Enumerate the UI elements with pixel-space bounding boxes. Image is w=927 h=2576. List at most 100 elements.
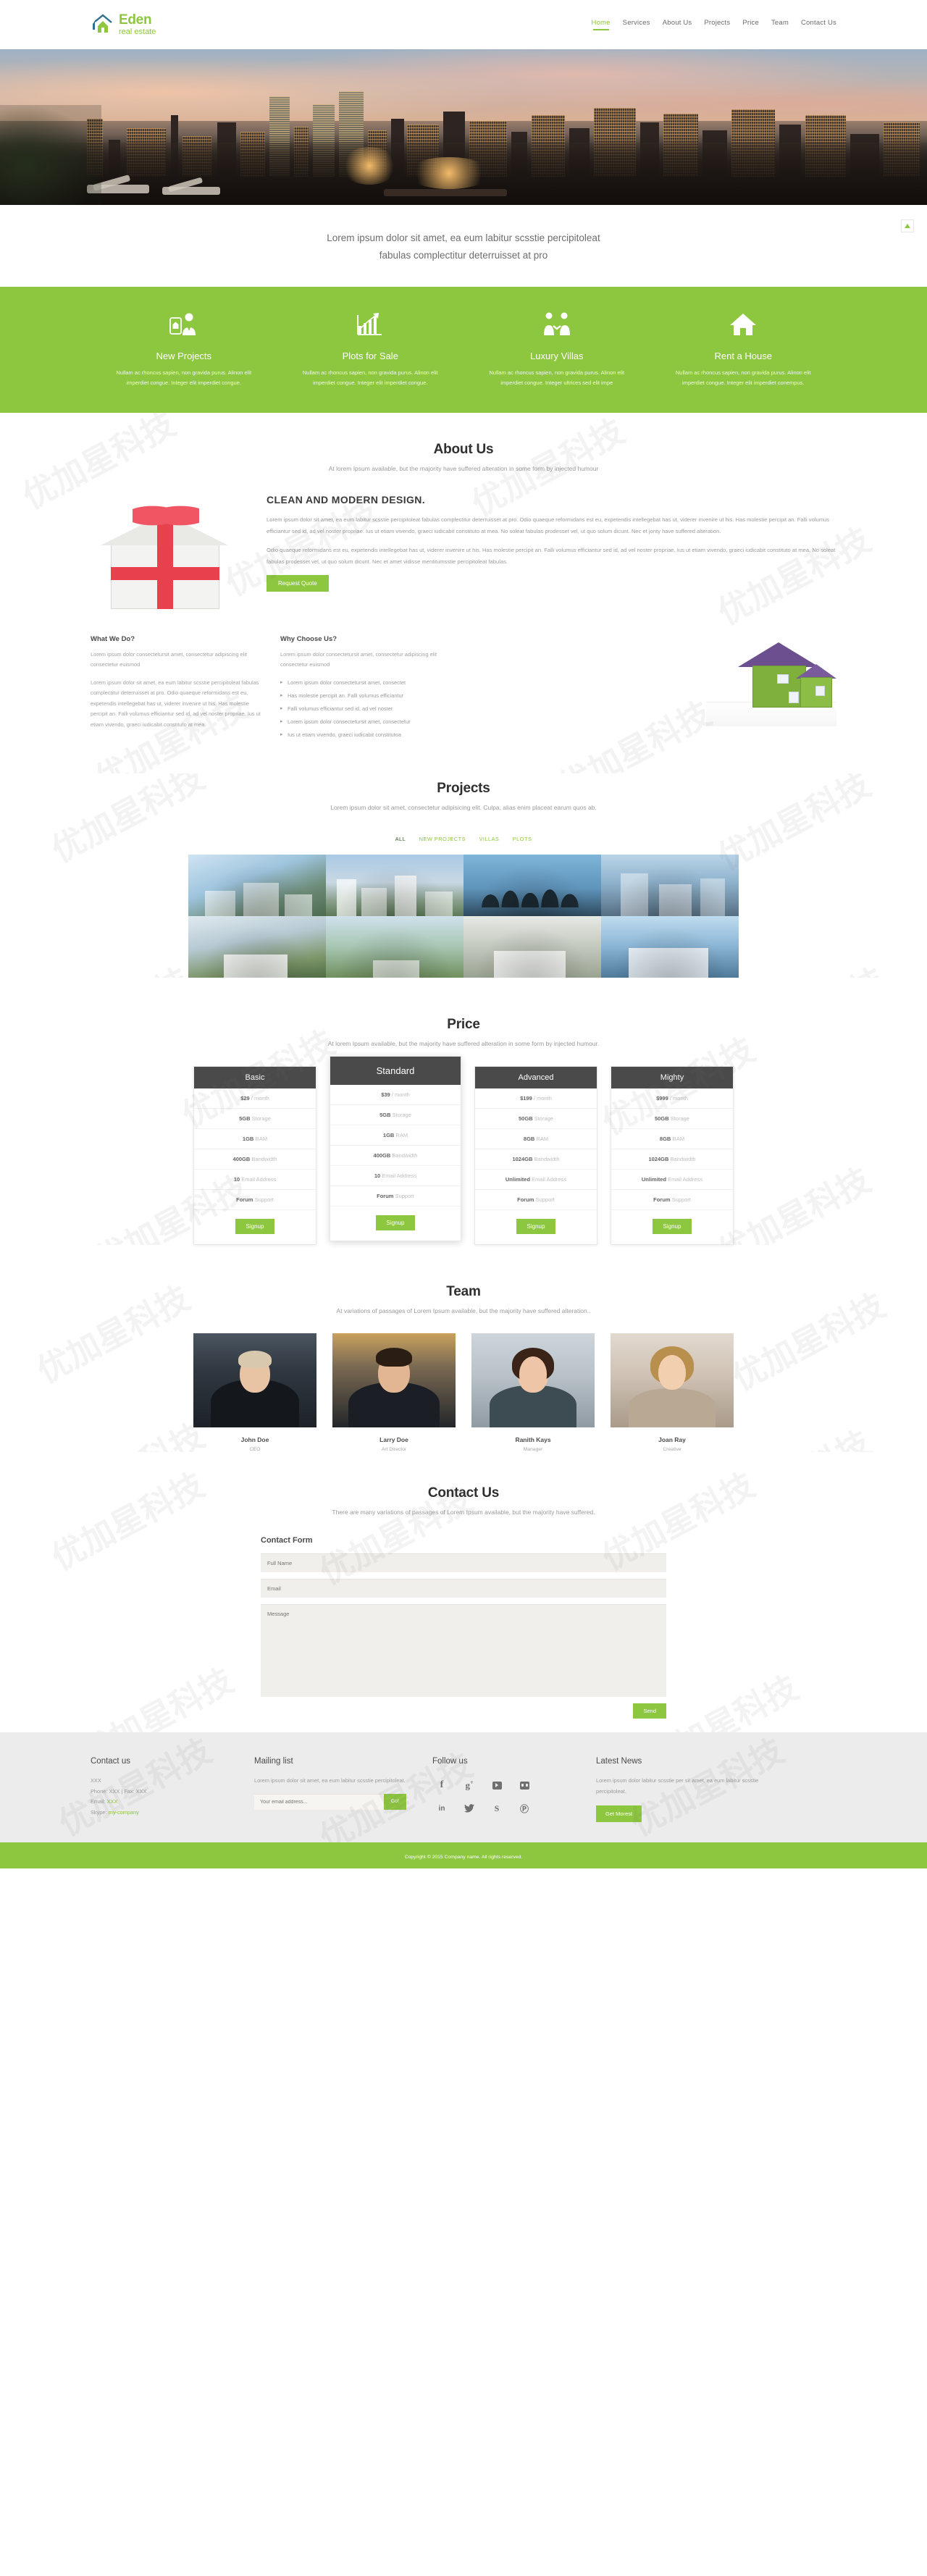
signup-button[interactable]: Signup (516, 1219, 556, 1235)
pricing-plan-mighty[interactable]: Mighty $999 / month 50GB Storage 8GB RAM… (611, 1066, 734, 1246)
service-card-new-projects[interactable]: New Projects Nullam ac rhoncus sapien, n… (91, 309, 277, 388)
plan-feature: Forum Support (475, 1190, 597, 1211)
services-band: New Projects Nullam ac rhoncus sapien, n… (0, 287, 927, 413)
send-button[interactable]: Send (633, 1703, 666, 1719)
list-item: Has molestie percipit an. Falli volumus … (280, 691, 451, 701)
plan-feature: Unlimited Email Address (611, 1170, 733, 1191)
footer-mailing-text: Lorem ipsum dolor sit amet, ea eum labit… (254, 1777, 406, 1784)
contact-subtitle: There are many variations of passages of… (332, 1509, 595, 1516)
plan-name: Standard (330, 1057, 461, 1086)
hero-tagline: Lorem ipsum dolor sit amet, ea eum labit… (0, 205, 927, 288)
flickr-icon[interactable] (515, 1776, 534, 1795)
filter-new-projects[interactable]: NEW PROJECTS (419, 836, 466, 842)
service-text: Nullam ac rhoncus sapien, non gravida pu… (302, 369, 438, 387)
nav-item-contact-us[interactable]: Contact Us (801, 19, 836, 30)
email-input[interactable] (261, 1579, 666, 1598)
about-subtitle: At lorem Ipsum available, but the majori… (328, 465, 599, 472)
contact-form-title: Contact Form (261, 1536, 313, 1545)
filter-villas[interactable]: VILLAS (479, 836, 499, 842)
team-member-card[interactable]: Joan Ray Creative (611, 1333, 734, 1452)
project-filters[interactable]: ALL NEW PROJECTS VILLAS PLOTS (91, 831, 836, 844)
team-member-card[interactable]: John Doe CEO (193, 1333, 316, 1452)
project-thumbnail[interactable] (326, 916, 464, 978)
project-thumbnail[interactable] (601, 916, 739, 978)
pricing-table: Basic $29 / month 5GB Storage 1GB RAM 40… (91, 1056, 836, 1246)
member-role: Manager (523, 1447, 543, 1453)
youtube-icon[interactable] (487, 1776, 506, 1795)
plan-feature: 5GB Storage (330, 1105, 461, 1126)
newsletter-go-button[interactable]: Go! (383, 1793, 406, 1810)
signup-button[interactable]: Signup (235, 1219, 275, 1235)
footer-address: XXX (91, 1777, 101, 1784)
copyright-text: Copyright © 2015 Company name. All right… (404, 1855, 523, 1860)
filter-plots[interactable]: PLOTS (513, 836, 532, 842)
get-more-button[interactable]: Get Morest (596, 1805, 642, 1823)
footer-email-line: Email: XXX (91, 1797, 228, 1807)
footer-skype-label: Skype: (91, 1808, 107, 1816)
nav-item-price[interactable]: Price (742, 19, 759, 30)
linkedin-icon[interactable]: in (432, 1799, 451, 1818)
pinterest-icon[interactable]: Ⓟ (515, 1799, 534, 1818)
footer-follow-column: Follow us f g+ in S Ⓟ (432, 1757, 570, 1822)
plan-feature: $199 / month (475, 1088, 597, 1109)
chevron-up-icon (905, 224, 910, 228)
main-nav[interactable]: Home Services About Us Projects Price Te… (592, 19, 836, 30)
handshake-icon (479, 309, 634, 339)
facebook-icon[interactable]: f (432, 1776, 451, 1795)
service-card-plots-for-sale[interactable]: Plots for Sale Nullam ac rhoncus sapien,… (277, 309, 464, 388)
project-thumbnail[interactable] (188, 855, 326, 917)
skype-icon[interactable]: S (487, 1799, 506, 1818)
about-paragraph-1: Lorem ipsum dolor sit amet, ea eum labit… (267, 516, 830, 534)
site-logo[interactable]: Eden real estate (91, 12, 156, 37)
home-icon (666, 309, 821, 339)
copyright-bar: Copyright © 2015 Company name. All right… (0, 1842, 927, 1869)
filter-all[interactable]: ALL (395, 836, 406, 842)
nav-item-services[interactable]: Services (623, 19, 650, 30)
plan-feature: 400GB Bandwidth (330, 1146, 461, 1167)
request-quote-button[interactable]: Request Quote (267, 575, 329, 592)
footer-skype-value[interactable]: my-company (109, 1809, 139, 1816)
why-choose-us-list: Lorem ipsum dolor consectetursit amet, c… (280, 678, 451, 740)
service-card-rent-a-house[interactable]: Rent a House Nullam ac rhoncus sapien, n… (650, 309, 837, 388)
plan-name: Mighty (611, 1067, 733, 1089)
nav-item-projects[interactable]: Projects (704, 19, 730, 30)
pricing-plan-basic[interactable]: Basic $29 / month 5GB Storage 1GB RAM 40… (193, 1066, 316, 1246)
plan-feature: 10 Email Address (330, 1166, 461, 1187)
nav-item-team[interactable]: Team (771, 19, 789, 30)
member-name: Larry Doe (379, 1436, 408, 1444)
newsletter-email-input[interactable] (254, 1793, 384, 1810)
project-thumbnail[interactable] (601, 855, 739, 917)
service-card-luxury-villas[interactable]: Luxury Villas Nullam ac rhoncus sapien, … (464, 309, 650, 388)
list-item: Lorem ipsum dolor consectetursit amet, c… (280, 717, 451, 727)
twitter-icon[interactable] (460, 1799, 479, 1818)
footer-email-value[interactable]: XXX (107, 1798, 118, 1805)
gift-house-illustration (91, 494, 246, 613)
team-section: 优加星科技 优加星科技 优加星科技 优加星科技 Team At variatio… (0, 1280, 927, 1453)
google-plus-icon[interactable]: g+ (460, 1776, 479, 1795)
pricing-plan-standard[interactable]: Standard $39 / month 5GB Storage 1GB RAM… (330, 1056, 461, 1242)
plan-feature: Forum Support (330, 1186, 461, 1207)
member-name: John Doe (240, 1436, 269, 1444)
project-thumbnail[interactable] (188, 916, 326, 978)
signup-button[interactable]: Signup (375, 1215, 416, 1231)
team-title: Team (446, 1284, 481, 1300)
team-member-card[interactable]: Larry Doe Art Director (332, 1333, 456, 1452)
signup-button[interactable]: Signup (652, 1219, 692, 1235)
plan-feature: $39 / month (330, 1085, 461, 1106)
hero-foliage (0, 105, 101, 205)
project-thumbnail[interactable] (326, 855, 464, 917)
full-name-input[interactable] (261, 1553, 666, 1573)
team-member-card[interactable]: Ranith Kays Manager (471, 1333, 595, 1452)
nav-item-about-us[interactable]: About Us (663, 19, 692, 30)
pricing-plan-advanced[interactable]: Advanced $199 / month 50GB Storage 8GB R… (474, 1066, 597, 1246)
what-we-do-lead: Lorem ipsum dolor consectetursit amet, c… (91, 651, 248, 668)
project-thumbnail[interactable] (464, 916, 601, 978)
plan-feature: 1024GB Bandwidth (611, 1149, 733, 1170)
member-role: Art Director (381, 1447, 407, 1453)
project-thumbnail[interactable] (464, 855, 601, 917)
plan-feature: 1GB RAM (330, 1125, 461, 1146)
contact-form: Contact Form Send (261, 1536, 666, 1732)
nav-item-home[interactable]: Home (592, 19, 611, 30)
scroll-to-top-button[interactable] (901, 219, 914, 232)
message-textarea[interactable] (261, 1604, 666, 1698)
